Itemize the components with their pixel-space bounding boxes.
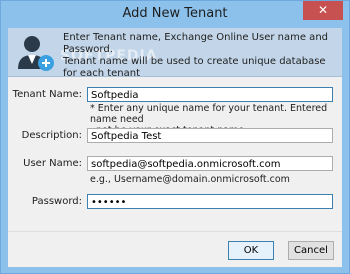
dialog-title: Add New Tenant	[122, 6, 228, 21]
cancel-button[interactable]: Cancel	[288, 241, 334, 260]
title-bar[interactable]: Add New Tenant ✕	[1, 1, 349, 28]
tenant-name-input[interactable]: Softpedia	[87, 87, 333, 102]
description-label: Description:	[21, 130, 82, 141]
intro-text: Enter Tenant name, Exchange Online User …	[63, 32, 338, 80]
tenant-name-label: Tenant Name:	[12, 89, 82, 100]
user-add-icon	[18, 36, 54, 71]
close-button[interactable]: ✕	[303, 1, 343, 20]
description-input[interactable]: Softpedia Test	[87, 128, 333, 143]
ok-button[interactable]: OK	[228, 241, 274, 260]
intro-line-1: Enter Tenant name, Exchange Online User …	[63, 32, 328, 55]
button-bar: OK Cancel	[8, 231, 342, 267]
dialog-body: SOFTPEDIA Enter Tenant name, Exchange On…	[8, 28, 342, 267]
tenant-name-hint-line-1: * Enter any unique name for your tenant.…	[90, 103, 328, 125]
user-name-input[interactable]: softpedia@softpedia.onmicrosoft.com	[87, 156, 333, 171]
header-banner: SOFTPEDIA Enter Tenant name, Exchange On…	[8, 28, 342, 80]
intro-line-2: Tenant name will be used to create uniqu…	[63, 56, 326, 79]
password-label: Password:	[31, 196, 82, 207]
add-new-tenant-dialog: Add New Tenant ✕ SOFTPEDIA Enter Tenant …	[0, 0, 350, 274]
password-input[interactable]: ••••••	[87, 194, 333, 209]
user-name-hint: e.g., Username@domain.onmicrosoft.com	[90, 174, 290, 185]
user-name-label: User Name:	[23, 158, 82, 169]
